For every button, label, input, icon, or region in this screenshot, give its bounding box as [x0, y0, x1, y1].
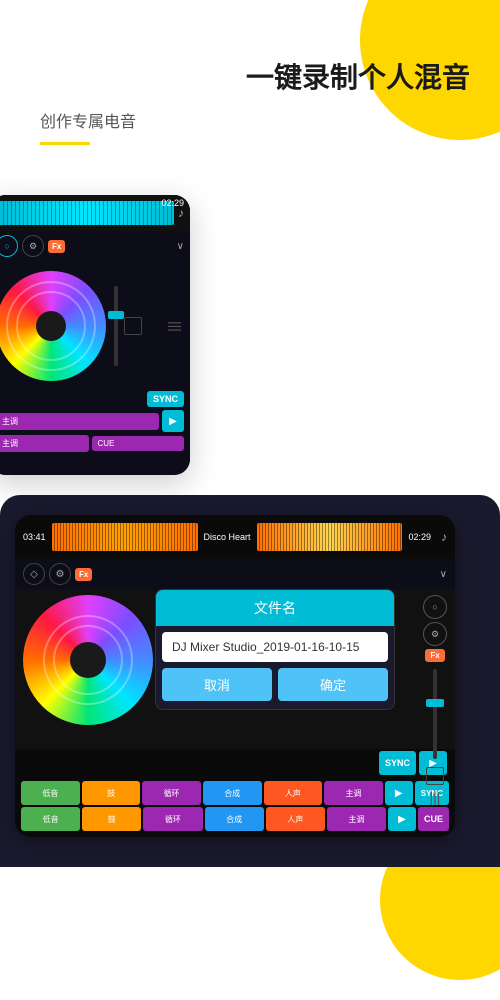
pad-bass-2[interactable]: 低音	[21, 807, 80, 831]
pad-synth-2[interactable]: 合成	[205, 807, 264, 831]
pad-drum-2[interactable]: 鼓	[82, 807, 141, 831]
btn-row-2: 主调 ▶	[0, 410, 184, 432]
d2-fx-btn[interactable]: Fx	[75, 568, 92, 581]
fx-btn[interactable]: Fx	[48, 240, 65, 253]
pad-bass-1[interactable]: 低音	[21, 781, 80, 805]
waveform-visual	[0, 201, 174, 225]
d2-fader-track[interactable]	[433, 669, 437, 759]
d2-waveform-left	[52, 523, 198, 551]
pad-key-1[interactable]: 主调	[324, 781, 383, 805]
waveform-bar: ♪ 02:29	[0, 195, 190, 231]
d2-waveforms: 03:41 Disco Heart 02:29 ♪	[15, 515, 455, 559]
d2-iii-icon: |||	[430, 789, 441, 805]
dialog-confirm-button[interactable]: 确定	[278, 668, 388, 701]
square-button[interactable]	[124, 317, 142, 335]
d2-waveform-right	[257, 523, 403, 551]
dialog-cancel-button[interactable]: 取消	[162, 668, 272, 701]
d2-right-circle-btn[interactable]: ○	[423, 595, 447, 619]
pad-row-2: 低音 鼓 循环 合成 人声 主调 ▶ CUE	[21, 807, 449, 831]
pad-play-2[interactable]: ▶	[388, 807, 416, 831]
dialog-overlay: 文件名 DJ Mixer Studio_2019-01-16-10-15 取消 …	[155, 589, 395, 710]
hero-section: 一键录制个人混音 创作专属电音	[0, 0, 500, 195]
d2-time-right: 02:29	[408, 532, 431, 542]
d2-track-title: Disco Heart	[204, 532, 251, 542]
sync-button[interactable]: SYNC	[147, 391, 184, 407]
pad-loop-2[interactable]: 循环	[143, 807, 202, 831]
d2-gear-btn[interactable]: ⚙	[49, 563, 71, 585]
d2-main-area: 文件名 DJ Mixer Studio_2019-01-16-10-15 取消 …	[15, 589, 455, 749]
d2-controls-row: ◇ ⚙ Fx ∨	[15, 559, 455, 589]
fader-track[interactable]	[114, 286, 118, 366]
cue-button[interactable]: CUE	[92, 436, 185, 451]
cue-button-2[interactable]: CUE	[418, 807, 449, 831]
btn-row-1: SYNC	[0, 391, 184, 407]
dialog-filename-input[interactable]: DJ Mixer Studio_2019-01-16-10-15	[162, 632, 388, 662]
gear-ctrl-btn[interactable]: ⚙	[22, 235, 44, 257]
headline: 一键录制个人混音	[30, 60, 470, 96]
subtext: 创作专属电音	[30, 108, 470, 132]
pad-row-1: 低音 鼓 循环 合成 人声 主调 ▶ SYNC	[21, 781, 449, 805]
d2-right-fx-btn[interactable]: Fx	[425, 649, 444, 662]
d2-square-btn[interactable]	[426, 767, 444, 785]
pad-rmb-2[interactable]: 人声	[266, 807, 325, 831]
note-icon: ♪	[178, 206, 184, 220]
chevron-down-icon: ∨	[177, 241, 184, 252]
pad-rows: 低音 鼓 循环 合成 人声 主调 ▶ SYNC 低音 鼓 循环 合成 人声 主调…	[15, 777, 455, 837]
pad-rmb-1[interactable]: 人声	[264, 781, 323, 805]
dialog-buttons: 取消 确定	[156, 668, 394, 709]
note-icon-2: ♪	[441, 530, 447, 544]
key-button-2[interactable]: 主调	[0, 435, 89, 452]
dialog-title: 文件名	[156, 590, 394, 626]
bottom-section: 03:41 Disco Heart 02:29 ♪ ◇ ⚙ Fx ∨ 文件	[0, 495, 500, 867]
d2-transport-row: SYNC ▶	[15, 749, 455, 777]
fader-handle[interactable]	[108, 311, 124, 319]
fader-container	[114, 271, 118, 381]
pad-loop-1[interactable]: 循环	[142, 781, 201, 805]
iii-icon: |||	[168, 321, 184, 332]
yellow-divider	[40, 142, 90, 145]
d2-fader-handle[interactable]	[426, 699, 444, 707]
d2-right-controls: ○ ⚙ Fx |||	[423, 595, 447, 805]
d2-time-left: 03:41	[23, 532, 46, 542]
pad-play-1[interactable]: ▶	[385, 781, 413, 805]
device-1: ♪ 02:29 ○ ⚙ Fx ∨	[0, 195, 190, 475]
pad-drum-1[interactable]: 鼓	[82, 781, 141, 805]
pad-synth-1[interactable]: 合成	[203, 781, 262, 805]
turntable[interactable]	[0, 271, 106, 381]
key-button-1[interactable]: 主调	[0, 413, 159, 430]
time-display: 02:29	[161, 198, 184, 208]
device-1-container: ♪ 02:29 ○ ⚙ Fx ∨	[0, 195, 500, 475]
d2-turntable[interactable]	[23, 595, 153, 725]
d2-right-gear-btn[interactable]: ⚙	[423, 622, 447, 646]
save-dialog: 文件名 DJ Mixer Studio_2019-01-16-10-15 取消 …	[155, 589, 395, 710]
bottom-buttons: SYNC 主调 ▶ 主调 CUE	[0, 391, 190, 452]
d2-diamond-btn[interactable]: ◇	[23, 563, 45, 585]
device-1-screen: ♪ 02:29 ○ ⚙ Fx ∨	[0, 195, 190, 475]
turntable-area: |||	[0, 261, 190, 391]
device-2: 03:41 Disco Heart 02:29 ♪ ◇ ⚙ Fx ∨ 文件	[15, 515, 455, 837]
d2-sync-button[interactable]: SYNC	[379, 751, 416, 775]
pad-key-2[interactable]: 主调	[327, 807, 386, 831]
btn-row-3: 主调 CUE	[0, 435, 184, 452]
circle-ctrl-btn[interactable]: ○	[0, 235, 18, 257]
controls-row: ○ ⚙ Fx ∨	[0, 231, 190, 261]
play-button[interactable]: ▶	[162, 410, 184, 432]
d2-chevron-icon: ∨	[440, 569, 447, 580]
